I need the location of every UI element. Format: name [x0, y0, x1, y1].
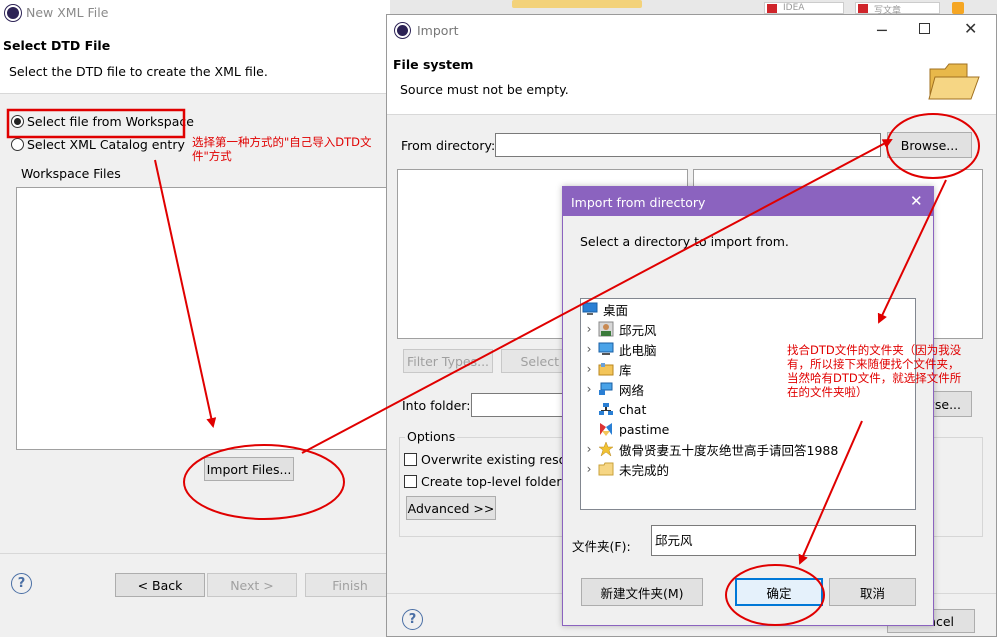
annotation-arrow-1 — [154, 159, 217, 428]
annotation-ellipse-browse — [886, 113, 980, 179]
annotation-arrow-3 — [877, 179, 947, 324]
annotation-arrow-4 — [798, 420, 863, 565]
annotation-ellipse-import — [183, 444, 345, 520]
annotation-overlay — [6, 108, 980, 626]
annotation-box-workspace — [6, 108, 186, 139]
annotation-ellipse-ok — [725, 564, 825, 626]
annotation-arrow-2 — [301, 139, 893, 454]
